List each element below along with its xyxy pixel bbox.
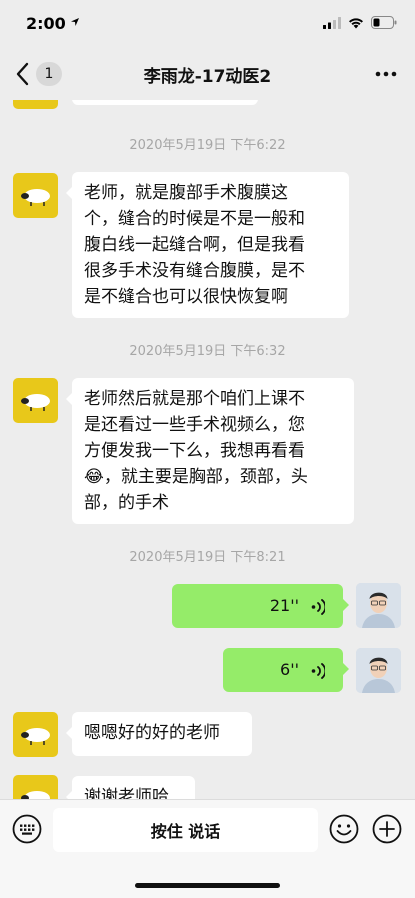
avatar[interactable] <box>13 712 58 757</box>
my-avatar[interactable] <box>356 648 401 693</box>
message-timestamp: 2020年5月19日 下午6:32 <box>129 344 286 359</box>
keyboard-icon[interactable] <box>12 814 42 844</box>
battery-icon <box>371 16 397 29</box>
message-line: 是还看过一些手术视频么，您 <box>84 415 305 435</box>
sheep-icon <box>21 791 50 799</box>
avatar[interactable] <box>13 378 58 423</box>
message-line: 个，缝合的时候是不是一般和 <box>84 209 305 229</box>
plus-icon[interactable] <box>372 814 402 844</box>
hold-to-talk-button[interactable]: 按住 说话 <box>53 808 318 852</box>
status-bar: 2:00 <box>0 0 415 48</box>
message-line: 老师，就是腹部手术腹膜这 <box>84 183 288 203</box>
message-bubble[interactable]: 谢谢老师哈 <box>66 776 195 799</box>
sheep-icon <box>13 100 58 109</box>
message-bubble-partial[interactable] <box>72 100 258 105</box>
status-indicators <box>323 16 397 29</box>
signal-icon <box>323 16 341 29</box>
message-bubble[interactable]: 老师，就是腹部手术腹膜这 个，缝合的时候是不是一般和 腹白线一起缝合啊，但是我看… <box>66 172 349 318</box>
sheep-icon <box>21 189 50 206</box>
person-photo-icon <box>356 583 401 628</box>
message-line: 腹白线一起缝合啊，但是我看 <box>84 235 305 255</box>
avatar[interactable] <box>13 100 58 109</box>
message-line: 😂，就主要是胸部，颈部，头 <box>84 464 342 490</box>
emoji-icon[interactable] <box>329 814 359 844</box>
message-bubble[interactable]: 嗯嗯好的好的老师 <box>66 712 252 756</box>
message-timestamp: 2020年5月19日 下午8:21 <box>129 550 286 565</box>
sheep-icon <box>21 394 50 411</box>
person-photo-icon <box>356 648 401 693</box>
more-dots-icon[interactable] <box>375 70 397 78</box>
message-line: 老师然后就是那个咱们上课不 <box>84 389 305 409</box>
message-line: 是不缝合也可以很快恢复啊 <box>84 287 288 307</box>
location-arrow-icon <box>71 18 79 26</box>
message-line: 很多手术没有缝合腹膜，是不 <box>84 261 305 281</box>
message-timestamp: 2020年5月19日 下午6:22 <box>129 138 286 153</box>
avatar[interactable] <box>13 775 58 799</box>
laughing-emoji: 😂 <box>84 467 104 487</box>
avatar[interactable] <box>13 173 58 218</box>
sheep-icon <box>21 728 50 745</box>
message-list[interactable]: 2020年5月19日 下午6:22 老师，就是腹部手术腹膜这 个，缝合的时候是不… <box>0 100 415 799</box>
message-line-text: ，就主要是胸部，颈部，头 <box>103 467 308 487</box>
voice-message-bubble[interactable]: 6'' <box>223 648 349 692</box>
voice-wave-icon <box>311 599 325 615</box>
chat-title: 李雨龙-17动医2 <box>143 67 272 87</box>
message-line: 方便发我一下么，我想再看看 <box>84 441 305 461</box>
status-time: 2:00 <box>26 14 66 33</box>
home-indicator[interactable] <box>135 883 280 888</box>
message-bubble[interactable]: 老师然后就是那个咱们上课不 是还看过一些手术视频么，您 方便发我一下么，我想再看… <box>66 378 354 524</box>
message-line: 部，的手术 <box>84 493 169 513</box>
voice-message-bubble[interactable]: 21'' <box>172 584 349 628</box>
my-avatar[interactable] <box>356 583 401 628</box>
wifi-icon <box>349 17 363 28</box>
voice-wave-icon <box>311 663 325 679</box>
voice-duration: 6'' <box>280 660 299 679</box>
chat-header: 1 李雨龙-17动医2 <box>0 48 415 100</box>
voice-duration: 21'' <box>269 596 299 615</box>
